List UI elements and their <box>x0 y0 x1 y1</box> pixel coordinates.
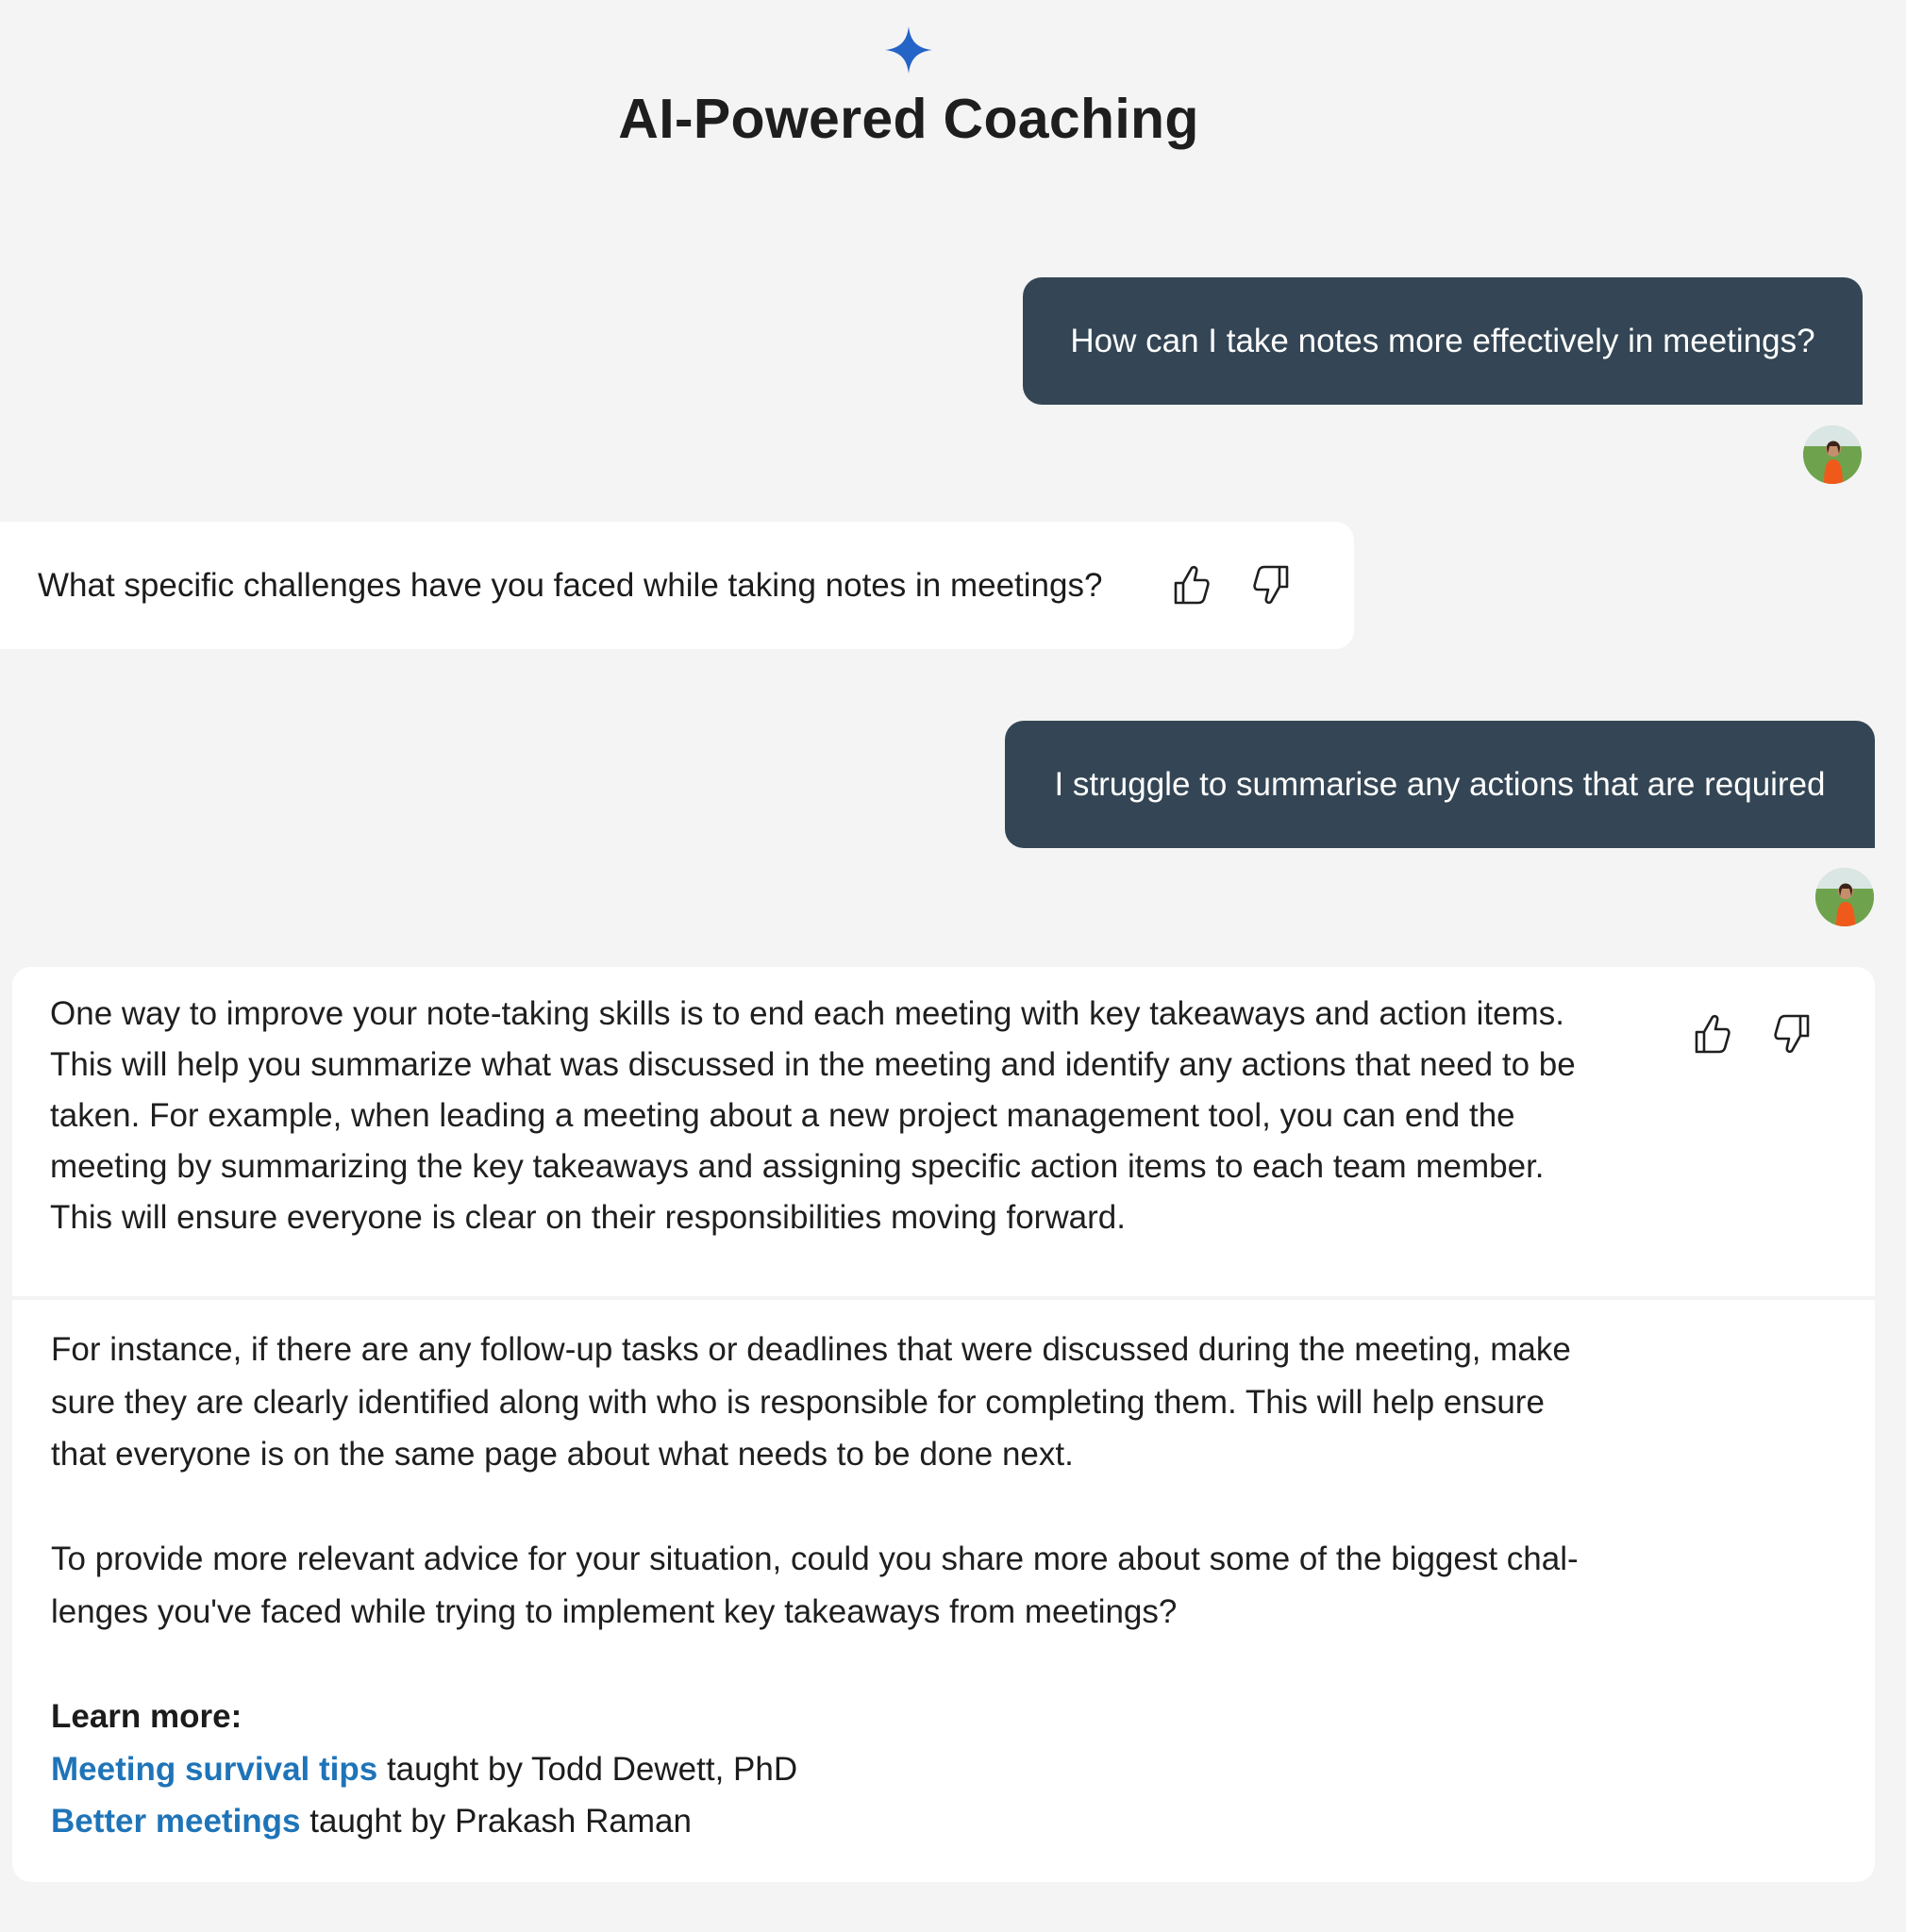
avatar <box>1815 868 1874 926</box>
user-message-text: How can I take notes more effectively in… <box>1070 322 1815 359</box>
paragraph-line: sure they are clearly identified along w… <box>51 1383 1545 1421</box>
assistant-paragraph: One way to improve your note-taking skil… <box>50 989 1654 1243</box>
course-link-better-meetings[interactable]: Better meetings <box>51 1803 301 1840</box>
avatar <box>1803 425 1862 484</box>
paragraph-line: One way to improve your note-taking skil… <box>50 995 1564 1032</box>
thumbs-down-icon[interactable] <box>1772 1012 1815 1056</box>
thumbs-down-icon[interactable] <box>1251 563 1295 607</box>
thumbs-up-icon[interactable] <box>1168 563 1212 607</box>
paragraph-line: This will help you summarize what was di… <box>50 1046 1576 1083</box>
page-title: AI-Powered Coaching <box>618 88 1199 150</box>
paragraph-line: taken. For example, when leading a meeti… <box>50 1097 1515 1134</box>
course-instructor: taught by Todd Dewett, PhD <box>377 1750 798 1788</box>
user-message-bubble: I struggle to summarise any actions that… <box>1005 721 1875 848</box>
learn-more-item: Better meetings taught by Prakash Raman <box>51 1795 797 1848</box>
user-message-bubble: How can I take notes more effectively in… <box>1023 277 1863 405</box>
divider <box>12 1296 1875 1300</box>
sparkle-icon <box>885 26 932 74</box>
paragraph-line: To provide more relevant advice for your… <box>51 1541 1579 1577</box>
assistant-message-bubble: What specific challenges have you faced … <box>0 522 1354 649</box>
assistant-paragraph: To provide more relevant advice for your… <box>51 1533 1655 1638</box>
learn-more-item: Meeting survival tips taught by Todd Dew… <box>51 1743 797 1796</box>
paragraph-line: that everyone is on the same page about … <box>51 1436 1074 1473</box>
user-message-text: I struggle to summarise any actions that… <box>1054 765 1826 803</box>
paragraph-line: For instance, if there are any follow-up… <box>51 1331 1571 1368</box>
assistant-message-text: What specific challenges have you faced … <box>38 566 1103 604</box>
course-instructor: taught by Prakash Raman <box>300 1803 692 1840</box>
paragraph-line: This will ensure everyone is clear on th… <box>50 1199 1126 1236</box>
paragraph-line: meeting by summarizing the key takeaways… <box>50 1148 1545 1185</box>
assistant-paragraph: For instance, if there are any follow-up… <box>51 1324 1655 1481</box>
course-link-meeting-survival-tips[interactable]: Meeting survival tips <box>51 1751 377 1788</box>
paragraph-line: lenges you've faced while trying to impl… <box>51 1592 1178 1630</box>
learn-more-section: Learn more: Meeting survival tips taught… <box>51 1690 797 1848</box>
thumbs-up-icon[interactable] <box>1689 1012 1732 1056</box>
coaching-page: AI-Powered Coaching How can I take notes… <box>0 0 1906 1932</box>
learn-more-title: Learn more: <box>51 1698 242 1735</box>
